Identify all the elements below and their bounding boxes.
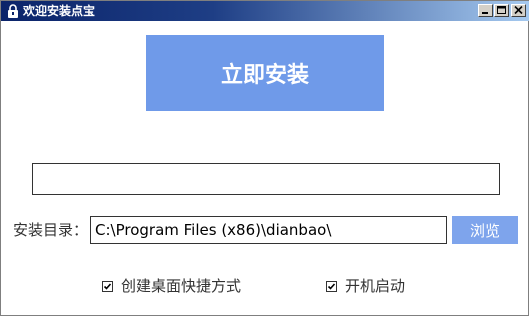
- install-dir-label: 安装目录：: [13, 221, 89, 239]
- install-progress-bar: [32, 163, 500, 195]
- autostart-label: 开机启动: [345, 277, 406, 295]
- window-title: 欢迎安装点宝: [23, 4, 96, 18]
- lock-app-icon: [5, 3, 21, 19]
- minimize-icon: [482, 12, 488, 14]
- desktop-shortcut-label: 创建桌面快捷方式: [121, 277, 242, 295]
- installer-window: 欢迎安装点宝 立即安装 安装目录： 浏览 创建桌: [0, 0, 529, 316]
- minimize-button[interactable]: [478, 4, 493, 17]
- install-now-button[interactable]: 立即安装: [146, 35, 384, 111]
- maximize-button[interactable]: [494, 4, 509, 17]
- maximize-icon: [497, 6, 506, 14]
- close-icon: [514, 6, 523, 15]
- autostart-option[interactable]: 开机启动: [326, 276, 405, 296]
- install-dir-input[interactable]: [90, 216, 447, 244]
- checkmark-icon: [327, 282, 336, 290]
- desktop-shortcut-checkbox[interactable]: [102, 280, 113, 292]
- close-button[interactable]: [511, 4, 526, 17]
- checkmark-icon: [103, 282, 112, 290]
- desktop-shortcut-option[interactable]: 创建桌面快捷方式: [102, 276, 241, 296]
- browse-button[interactable]: 浏览: [452, 216, 518, 244]
- autostart-checkbox[interactable]: [326, 280, 337, 292]
- title-bar[interactable]: 欢迎安装点宝: [1, 1, 529, 21]
